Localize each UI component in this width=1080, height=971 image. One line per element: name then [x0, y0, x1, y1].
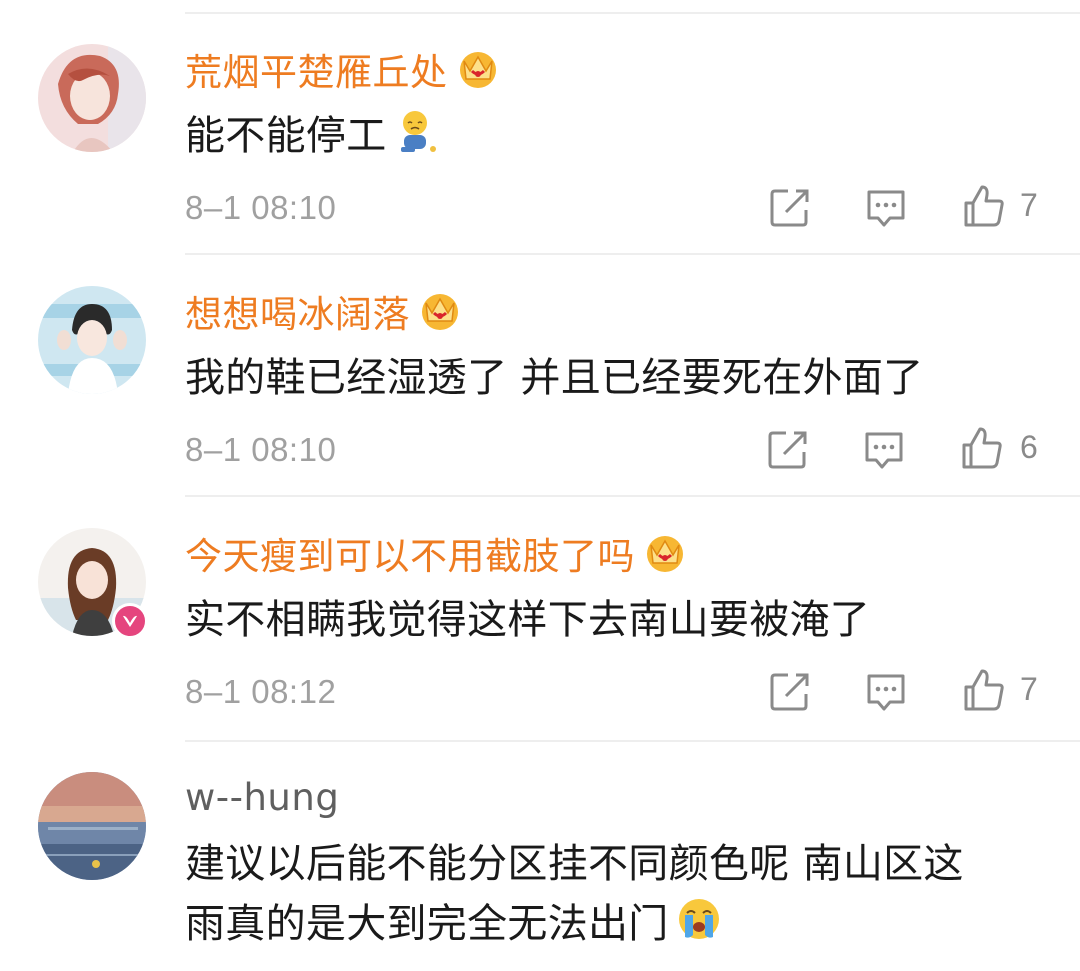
repost-icon[interactable]: [768, 186, 812, 230]
timestamp: 8–1 08:10: [185, 189, 337, 226]
username[interactable]: 想想喝冰阔落: [185, 284, 410, 338]
username[interactable]: 今天瘦到可以不用截肢了吗: [185, 526, 635, 580]
username[interactable]: 荒烟平楚雁丘处: [185, 42, 448, 96]
divider: [185, 253, 1080, 255]
crying-emoji-icon: [675, 895, 723, 943]
vip-crown-icon: [456, 47, 500, 91]
comment-text: 建议以后能不能分区挂不同颜色呢 南山区这 雨真的是大到完全无法出门: [185, 834, 964, 954]
like-icon[interactable]: [962, 667, 1006, 711]
comment-icon[interactable]: [864, 186, 908, 230]
repost-icon[interactable]: [768, 670, 812, 714]
comment-text: 我的鞋已经湿透了 并且已经要死在外面了: [185, 355, 924, 401]
top-divider: [185, 12, 1080, 14]
avatar[interactable]: [38, 772, 146, 880]
username[interactable]: w--hung: [185, 776, 339, 819]
verified-badge-icon: [112, 603, 148, 639]
like-count: 7: [1020, 671, 1038, 707]
comment-text-content: 雨真的是大到完全无法出门: [185, 901, 669, 947]
comment-text-content: 能不能停工: [185, 113, 387, 159]
timestamp: 8–1 08:12: [185, 673, 337, 710]
repost-icon[interactable]: [766, 428, 810, 472]
avatar[interactable]: [38, 286, 146, 394]
like-icon[interactable]: [960, 425, 1004, 469]
avatar[interactable]: [38, 44, 146, 152]
like-icon[interactable]: [962, 183, 1006, 227]
username-row: 荒烟平楚雁丘处: [185, 44, 500, 94]
username-row: w--hung: [185, 772, 339, 822]
username-row: 今天瘦到可以不用截肢了吗: [185, 528, 687, 578]
like-count: 7: [1020, 187, 1038, 223]
like-count: 6: [1020, 429, 1038, 465]
username-row: 想想喝冰阔落: [185, 286, 462, 336]
comment-text-line: 建议以后能不能分区挂不同颜色呢 南山区这: [185, 841, 964, 887]
comment-icon[interactable]: [864, 670, 908, 714]
comment-icon[interactable]: [862, 428, 906, 472]
vip-crown-icon: [643, 531, 687, 575]
comment-text: 能不能停工: [185, 106, 441, 166]
divider: [185, 740, 1080, 742]
comment-text-line-2: 雨真的是大到完全无法出门: [185, 894, 964, 954]
timestamp: 8–1 08:10: [185, 431, 337, 468]
divider: [185, 495, 1080, 497]
vip-crown-icon: [418, 289, 462, 333]
comment-text: 实不相瞒我觉得这样下去南山要被淹了: [185, 597, 871, 643]
sad-sitting-emoji-icon: [393, 107, 441, 155]
